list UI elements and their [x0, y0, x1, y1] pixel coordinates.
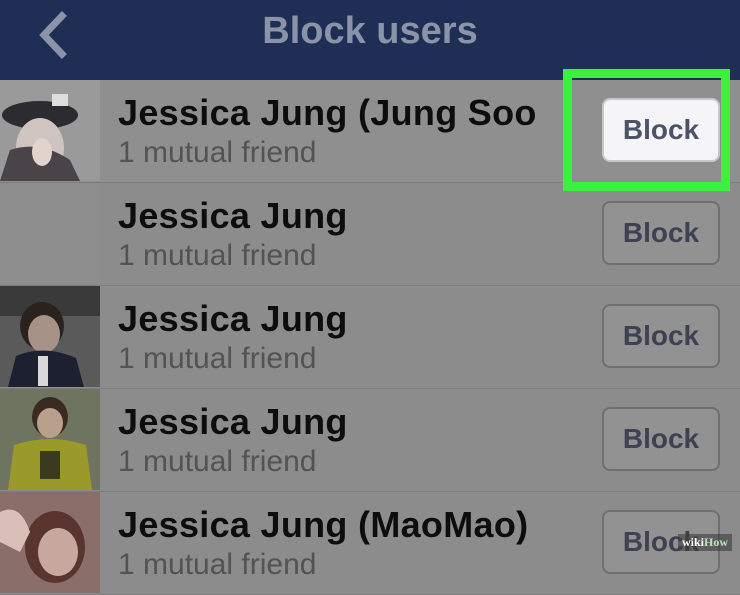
avatar[interactable] — [0, 80, 100, 181]
block-button[interactable]: Block — [602, 407, 720, 471]
list-item: Jessica Jung 1 mutual friend Block — [0, 183, 740, 286]
block-button[interactable]: Block — [602, 98, 720, 162]
avatar[interactable] — [0, 492, 100, 593]
watermark: wikiHow — [677, 534, 732, 551]
mutual-friends: 1 mutual friend — [118, 445, 317, 478]
user-list: Jessica Jung (Jung Soo 1 mutual friend B… — [0, 80, 740, 595]
watermark-how: How — [704, 535, 728, 549]
user-name: Jessica Jung — [118, 401, 348, 442]
user-name: Jessica Jung (Jung Soo — [118, 92, 537, 133]
page-title: Block users — [262, 10, 478, 52]
block-button[interactable]: Block — [602, 304, 720, 368]
avatar[interactable] — [0, 286, 100, 387]
watermark-wiki: wiki — [681, 535, 704, 549]
block-button[interactable]: Block — [602, 201, 720, 265]
list-item: Jessica Jung (MaoMao) 1 mutual friend Bl… — [0, 492, 740, 595]
mutual-friends: 1 mutual friend — [118, 239, 317, 272]
avatar[interactable] — [0, 183, 100, 284]
list-item: Jessica Jung 1 mutual friend Block — [0, 286, 740, 389]
list-item: Jessica Jung 1 mutual friend Block — [0, 389, 740, 492]
user-name: Jessica Jung (MaoMao) — [118, 504, 529, 545]
user-name: Jessica Jung — [118, 298, 348, 339]
mutual-friends: 1 mutual friend — [118, 136, 317, 169]
nav-bar: Block users — [0, 0, 740, 80]
mutual-friends: 1 mutual friend — [118, 342, 317, 375]
avatar[interactable] — [0, 389, 100, 490]
list-item: Jessica Jung (Jung Soo 1 mutual friend B… — [0, 80, 740, 183]
mutual-friends: 1 mutual friend — [118, 548, 317, 581]
user-name: Jessica Jung — [118, 195, 348, 236]
